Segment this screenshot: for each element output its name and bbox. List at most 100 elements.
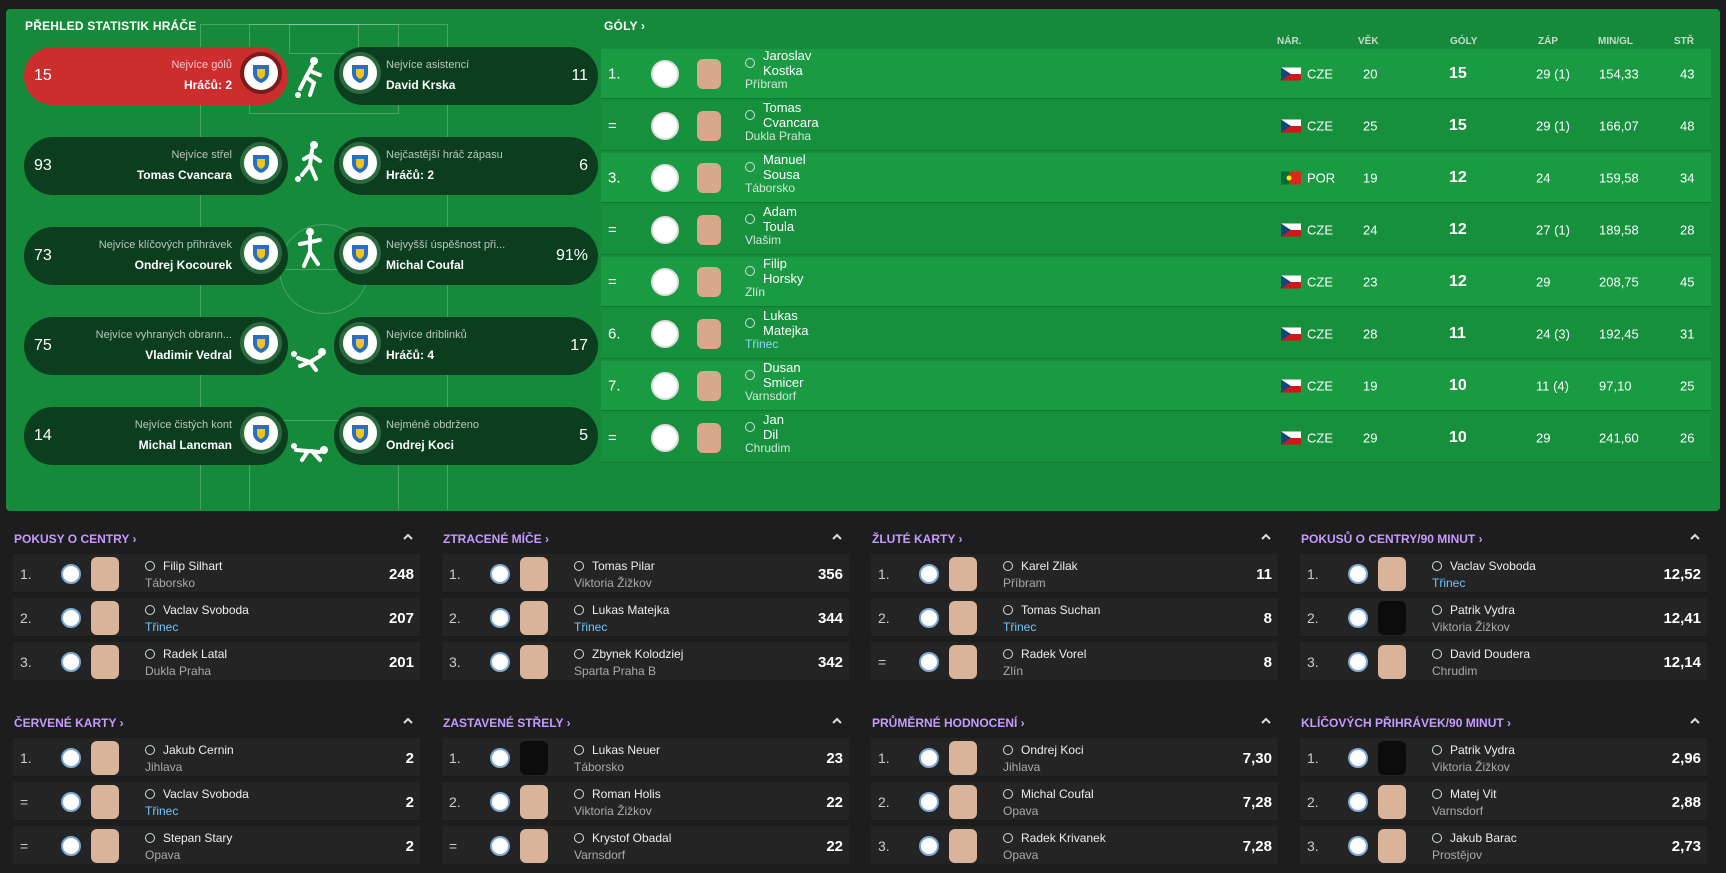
- panel-row[interactable]: 2. Matej Vit Varnsdorf 2,88: [1300, 782, 1707, 821]
- player-name[interactable]: Tomas Cvancara: [745, 100, 819, 130]
- club-name[interactable]: Viktoria Žižkov: [1432, 760, 1510, 774]
- panel-row[interactable]: 1. Filip Silhart Táborsko 248: [13, 554, 420, 593]
- player-name[interactable]: Radek Vorel: [1003, 647, 1086, 661]
- panel-row[interactable]: 1. Jakub Cernin Jihlava 2: [13, 738, 420, 777]
- stat-tile[interactable]: 17 Nejvíce driblinků Hráčů: 4: [334, 317, 598, 375]
- player-name[interactable]: Jan Dil: [745, 412, 784, 442]
- club-name[interactable]: Viktoria Žižkov: [574, 804, 652, 818]
- club-name[interactable]: Dukla Praha: [745, 129, 811, 143]
- player-name[interactable]: Filip Silhart: [145, 559, 222, 573]
- stat-tile[interactable]: 15 Nejvíce gólů Hráčů: 2: [24, 47, 288, 105]
- panel-row[interactable]: 2. Patrik Vydra Viktoria Žižkov 12,41: [1300, 598, 1707, 637]
- panel-row[interactable]: 3. David Doudera Chrudim 12,14: [1300, 642, 1707, 681]
- club-name[interactable]: Varnsdorf: [1432, 804, 1483, 818]
- player-name[interactable]: Lukas Matejka: [574, 603, 669, 617]
- player-name[interactable]: Radek Latal: [145, 647, 227, 661]
- club-name[interactable]: Třinec: [145, 804, 178, 818]
- panel-row[interactable]: 1. Karel Zilak Příbram 11: [871, 554, 1278, 593]
- panel-row[interactable]: = Vaclav Svoboda Třinec 2: [13, 782, 420, 821]
- club-name[interactable]: Třinec: [745, 337, 778, 351]
- stat-tile[interactable]: 93 Nejvíce střel Tomas Cvancara: [24, 137, 288, 195]
- panel-title[interactable]: PRŮMĚRNÉ HODNOCENÍ ›: [872, 716, 1025, 730]
- player-name[interactable]: Tomas Suchan: [1003, 603, 1100, 617]
- club-name[interactable]: Viktoria Žižkov: [1432, 620, 1510, 634]
- panel-row[interactable]: = Stepan Stary Opava 2: [13, 826, 420, 865]
- player-name[interactable]: Lukas Matejka: [745, 308, 809, 338]
- panel-title[interactable]: POKUSY O CENTRY ›: [14, 532, 136, 546]
- club-name[interactable]: Prostějov: [1432, 848, 1482, 862]
- player-name[interactable]: Dusan Smicer: [745, 360, 803, 390]
- player-name[interactable]: Tomas Pilar: [574, 559, 655, 573]
- panel-row[interactable]: 1. Vaclav Svoboda Třinec 12,52: [1300, 554, 1707, 593]
- club-name[interactable]: Vlašim: [745, 233, 781, 247]
- club-name[interactable]: Varnsdorf: [745, 389, 796, 403]
- panel-row[interactable]: 1. Lukas Neuer Táborsko 23: [442, 738, 849, 777]
- club-name[interactable]: Táborsko: [145, 576, 195, 590]
- panel-row[interactable]: 3. Zbynek Kolodziej Sparta Praha B 342: [442, 642, 849, 681]
- goals-row[interactable]: = Tomas Cvancara Dukla Praha CZE 25 15 2…: [601, 100, 1711, 151]
- club-name[interactable]: Třinec: [145, 620, 178, 634]
- panel-title[interactable]: KLÍČOVÝCH PŘIHRÁVEK/90 MINUT ›: [1301, 716, 1511, 730]
- col-goals[interactable]: GÓLY: [1450, 36, 1477, 47]
- panel-row[interactable]: 2. Tomas Suchan Třinec 8: [871, 598, 1278, 637]
- goals-row[interactable]: = Filip Horsky Zlín CZE 23 12 29 208,75 …: [601, 256, 1711, 307]
- player-name[interactable]: Stepan Stary: [145, 831, 232, 845]
- col-age[interactable]: VĚK: [1358, 36, 1379, 47]
- club-name[interactable]: Opava: [1003, 804, 1038, 818]
- player-name[interactable]: Vaclav Svoboda: [1432, 559, 1536, 573]
- player-name[interactable]: Zbynek Kolodziej: [574, 647, 683, 661]
- panel-row[interactable]: 3. Jakub Barac Prostějov 2,73: [1300, 826, 1707, 865]
- panel-row[interactable]: 1. Tomas Pilar Viktoria Žižkov 356: [442, 554, 849, 593]
- stat-tile[interactable]: 75 Nejvíce vyhraných obrann... Vladimir …: [24, 317, 288, 375]
- club-name[interactable]: Opava: [1003, 848, 1038, 862]
- stat-tile[interactable]: 73 Nejvíce klíčových přihrávek Ondrej Ko…: [24, 227, 288, 285]
- chevron-up-icon[interactable]: [1260, 715, 1272, 727]
- stat-tile[interactable]: 14 Nejvíce čistých kont Michal Lancman: [24, 407, 288, 465]
- chevron-up-icon[interactable]: [402, 715, 414, 727]
- player-name[interactable]: Krystof Obadal: [574, 831, 671, 845]
- panel-title[interactable]: ŽLUTÉ KARTY ›: [872, 532, 962, 546]
- chevron-up-icon[interactable]: [1689, 715, 1701, 727]
- col-apps[interactable]: ZÁP: [1538, 36, 1558, 47]
- club-name[interactable]: Sparta Praha B: [574, 664, 656, 678]
- club-name[interactable]: Jihlava: [1003, 760, 1040, 774]
- panel-row[interactable]: = Krystof Obadal Varnsdorf 22: [442, 826, 849, 865]
- stat-tile[interactable]: 5 Nejméně obdrženo Ondrej Koci: [334, 407, 598, 465]
- club-name[interactable]: Opava: [145, 848, 180, 862]
- chevron-up-icon[interactable]: [1689, 531, 1701, 543]
- panel-title[interactable]: ZASTAVENÉ STŘELY ›: [443, 716, 571, 730]
- col-nat[interactable]: NÁR.: [1277, 36, 1301, 47]
- club-name[interactable]: Třinec: [1003, 620, 1036, 634]
- col-shots[interactable]: STŘ: [1674, 36, 1694, 47]
- panel-title[interactable]: ČERVENÉ KARTY ›: [14, 716, 124, 730]
- club-name[interactable]: Jihlava: [145, 760, 182, 774]
- player-name[interactable]: Matej Vit: [1432, 787, 1496, 801]
- player-name[interactable]: Lukas Neuer: [574, 743, 660, 757]
- player-name[interactable]: Radek Krivanek: [1003, 831, 1106, 845]
- panel-row[interactable]: 2. Michal Coufal Opava 7,28: [871, 782, 1278, 821]
- player-name[interactable]: Filip Horsky: [745, 256, 803, 286]
- goals-row[interactable]: 6. Lukas Matejka Třinec CZE 28 11 24 (3)…: [601, 308, 1711, 359]
- player-name[interactable]: Adam Toula: [745, 204, 797, 234]
- club-name[interactable]: Zlín: [1003, 664, 1023, 678]
- player-name[interactable]: Michal Coufal: [1003, 787, 1094, 801]
- club-name[interactable]: Dukla Praha: [145, 664, 211, 678]
- club-name[interactable]: Varnsdorf: [574, 848, 625, 862]
- club-name[interactable]: Chrudim: [745, 441, 790, 455]
- player-name[interactable]: Jaroslav Kostka: [745, 48, 811, 78]
- player-name[interactable]: Jakub Barac: [1432, 831, 1517, 845]
- panel-row[interactable]: 2. Roman Holis Viktoria Žižkov 22: [442, 782, 849, 821]
- player-name[interactable]: Vaclav Svoboda: [145, 787, 249, 801]
- club-name[interactable]: Táborsko: [745, 181, 795, 195]
- player-name[interactable]: Roman Holis: [574, 787, 661, 801]
- club-name[interactable]: Třinec: [1432, 576, 1465, 590]
- chevron-up-icon[interactable]: [831, 531, 843, 543]
- chevron-up-icon[interactable]: [402, 531, 414, 543]
- club-name[interactable]: Příbram: [745, 77, 788, 91]
- player-name[interactable]: David Doudera: [1432, 647, 1530, 661]
- player-name[interactable]: Jakub Cernin: [145, 743, 234, 757]
- panel-title[interactable]: POKUSŮ O CENTRY/90 MINUT ›: [1301, 532, 1483, 546]
- panel-row[interactable]: 3. Radek Krivanek Opava 7,28: [871, 826, 1278, 865]
- panel-row[interactable]: 2. Lukas Matejka Třinec 344: [442, 598, 849, 637]
- club-name[interactable]: Viktoria Žižkov: [574, 576, 652, 590]
